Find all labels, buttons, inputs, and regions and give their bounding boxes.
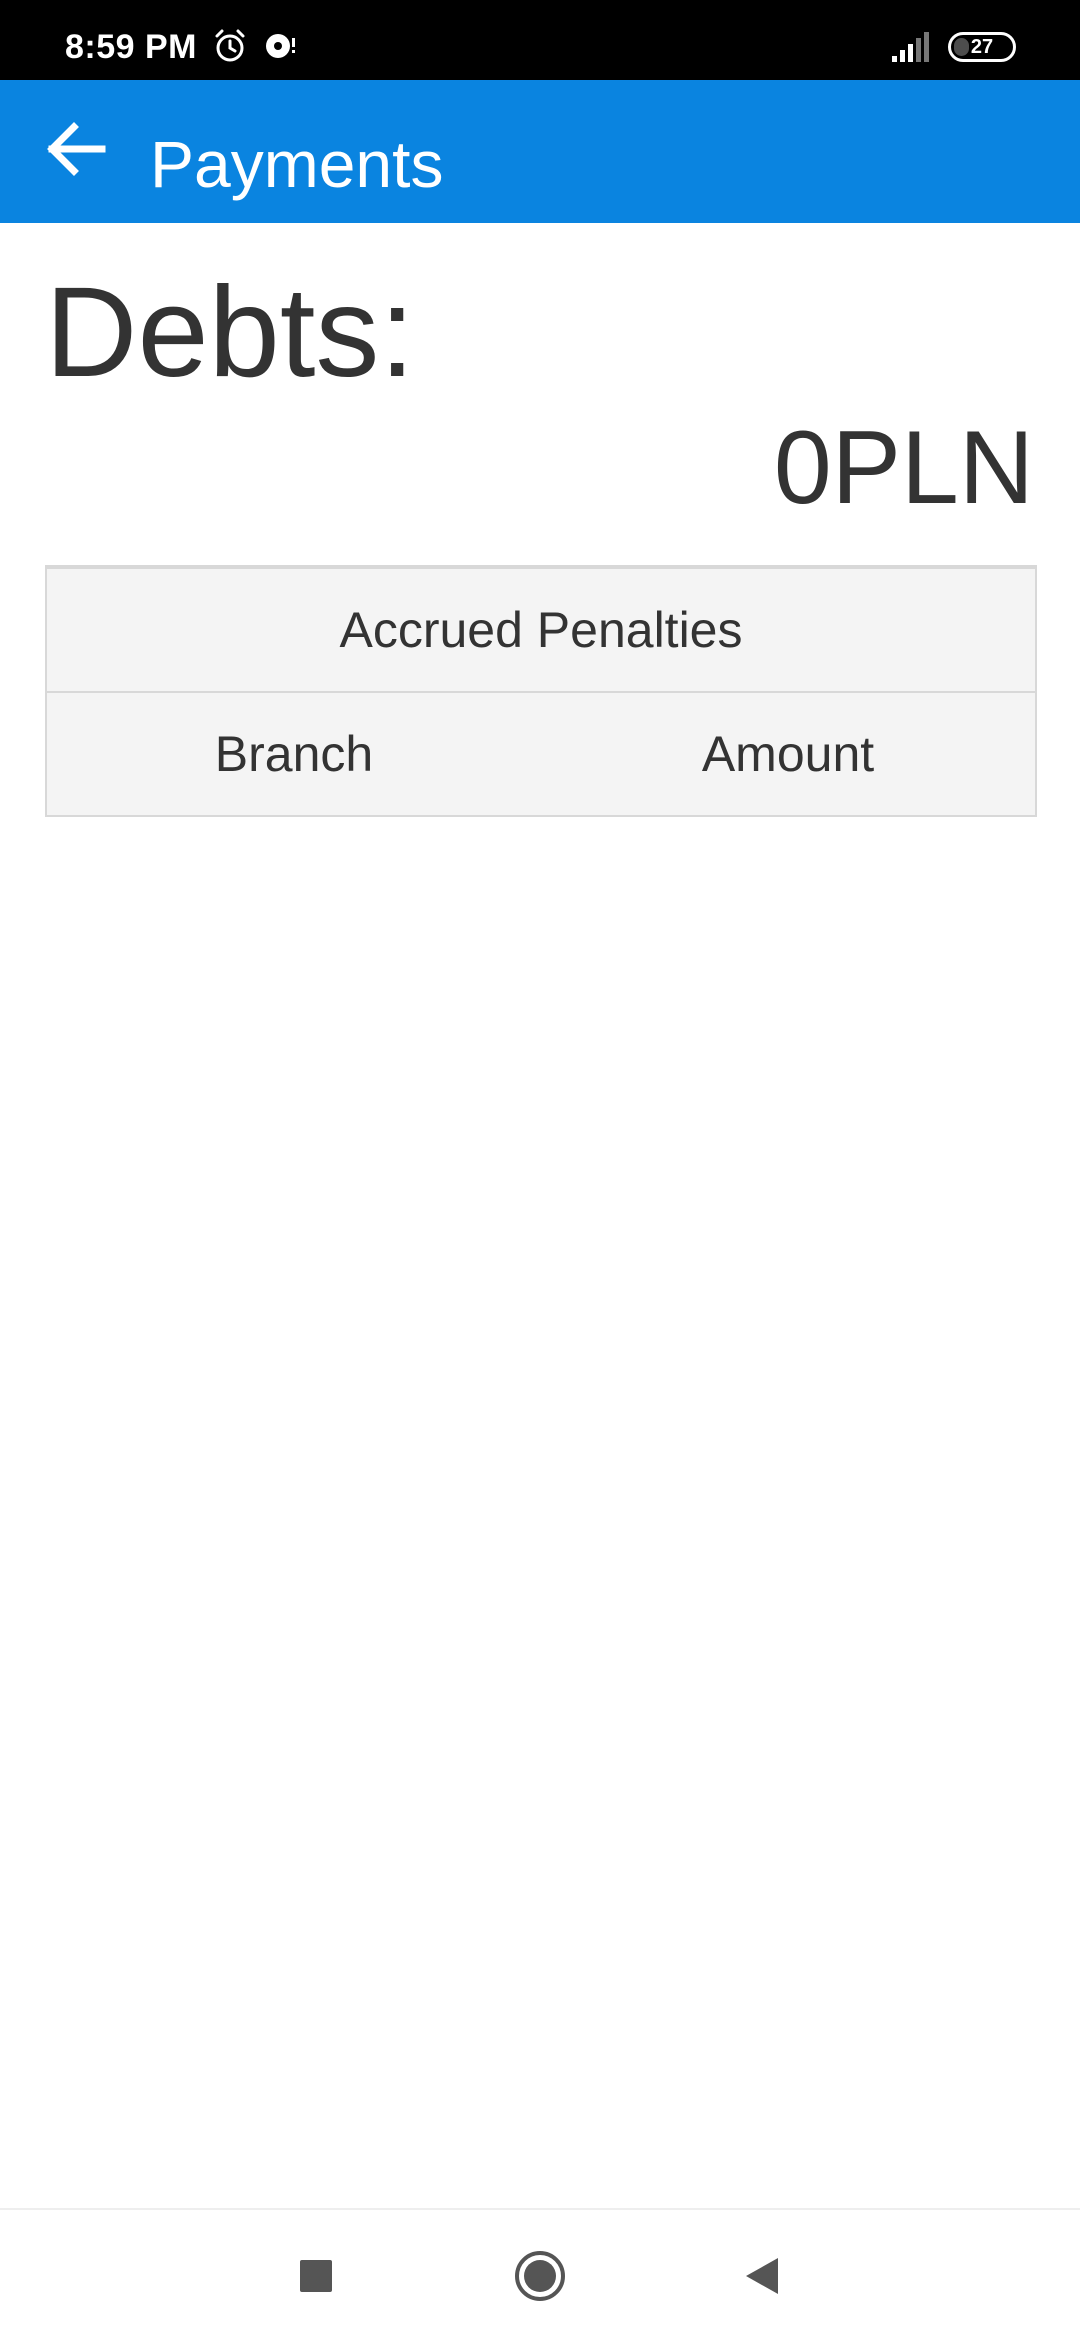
table-caption: Accrued Penalties [47,569,1035,693]
app-bar: Payments [0,80,1080,223]
recents-button[interactable] [280,2240,352,2312]
table-header: Branch Amount [47,693,1035,815]
battery-level: 27 [970,36,994,58]
back-button[interactable] [30,104,120,194]
debts-label: Debts: [45,261,415,404]
nav-back-button[interactable] [726,2240,798,2312]
home-button[interactable] [504,2240,576,2312]
alarm-icon [212,28,248,69]
home-circle-icon [515,2251,565,2301]
status-bar: 8:59 PM 27 [0,0,1080,80]
arrow-left-icon [47,122,106,176]
penalties-table: Accrued Penalties Branch Amount [45,565,1037,817]
recents-square-icon [300,2260,332,2292]
column-header-branch: Branch [214,726,374,782]
page-title: Payments [150,127,444,201]
system-nav-bar [0,2208,1080,2340]
sync-icon [262,28,298,69]
battery-icon: 27 [948,32,1016,62]
signal-icon [890,30,934,69]
column-header-amount: Amount [701,726,875,782]
debts-amount: 0PLN [773,410,1034,526]
back-triangle-icon [746,2258,778,2294]
status-time: 8:59 PM [65,28,197,66]
